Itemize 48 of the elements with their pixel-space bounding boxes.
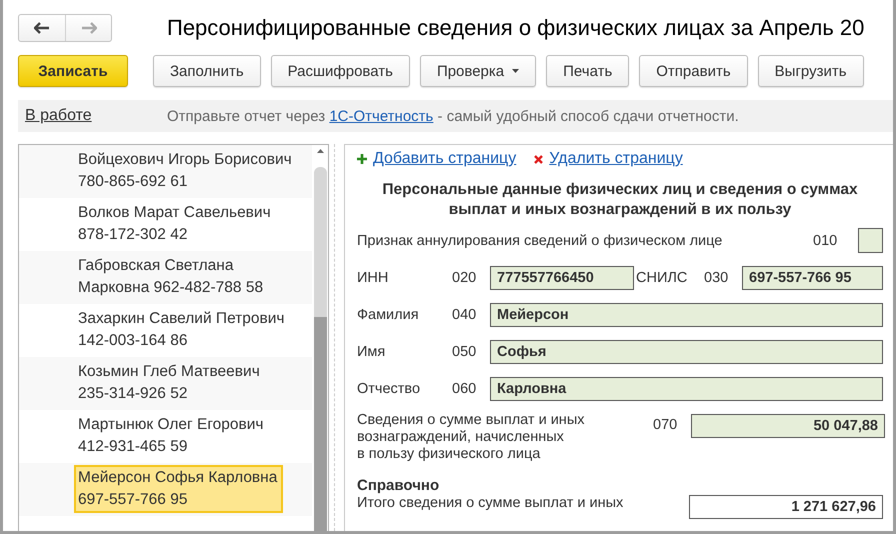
- input-field[interactable]: 50 047,88: [691, 414, 885, 438]
- total-field: 1 271 627,96: [689, 495, 883, 519]
- caret-icon: [512, 69, 520, 73]
- field-label: Имя: [357, 344, 386, 360]
- field-label: Признак аннулирования сведений о физическом лице: [357, 232, 724, 248]
- reporting-link[interactable]: 1С-Отчетность: [329, 108, 434, 124]
- left-arrow-icon: [34, 22, 50, 34]
- status-link[interactable]: В работе: [25, 107, 167, 125]
- line-code: 070: [653, 417, 678, 433]
- field-label: ИНН: [357, 270, 390, 286]
- field-label: Сведения о сумме выплат и иных вознаграждений, начисленных в пользу физического лица: [357, 412, 586, 463]
- toolbar-button[interactable]: Проверка: [420, 55, 536, 87]
- employee-item[interactable]: Волков Марат Савельевич 878-172-302 42: [74, 200, 277, 248]
- toolbar-button[interactable]: Отправить: [639, 55, 748, 87]
- input-field[interactable]: Софья: [490, 340, 883, 364]
- section-title: Справочно: [357, 476, 440, 494]
- add-page-link[interactable]: Добавить страницу: [373, 150, 516, 168]
- input-field[interactable]: 697-557-766 95: [742, 266, 883, 290]
- input-field[interactable]: Мейерсон: [490, 303, 883, 327]
- toolbar-button[interactable]: Заполнить: [153, 55, 261, 87]
- line-code: 060: [452, 381, 478, 397]
- employee-item[interactable]: Захаркин Савелий Петрович 142-003-164 86: [74, 306, 290, 354]
- toolbar-button[interactable]: Выгрузить: [758, 55, 864, 87]
- delete-page-link[interactable]: Удалить страницу: [549, 150, 683, 168]
- field-label: Фамилия: [357, 307, 420, 323]
- plus-icon: [357, 154, 367, 164]
- scroll-up-icon[interactable]: [316, 149, 324, 153]
- line-code: 030: [704, 270, 730, 286]
- input-field[interactable]: 777557766450: [490, 266, 634, 290]
- field-label: СНИЛС: [636, 270, 688, 286]
- toolbar-button[interactable]: Расшифровать: [270, 55, 410, 87]
- line-code: 040: [452, 307, 478, 323]
- input-field[interactable]: Карловна: [490, 377, 883, 401]
- cross-icon: [534, 154, 544, 164]
- employee-item[interactable]: Мартынюк Олег Егорович 412-931-465 59: [74, 412, 270, 460]
- right-arrow-icon: [80, 22, 96, 34]
- line-code: 010: [813, 232, 838, 248]
- line-code: 020: [452, 270, 478, 286]
- toolbar-button[interactable]: Записать: [18, 55, 128, 87]
- window-title: Персонифицированные сведения о физических лицах за Апрель 20: [167, 15, 864, 41]
- field-label: Отчество: [357, 381, 422, 397]
- toolbar-button[interactable]: Печать: [546, 55, 630, 87]
- employee-item[interactable]: Мейерсон Софья Карловна 697-557-766 95: [74, 465, 284, 513]
- field-label: Итого сведения о сумме выплат и иных: [357, 495, 624, 511]
- line-code: 050: [452, 344, 478, 360]
- notice-text: Отправьте отчет через 1С-Отчетность - самый удобный способ сдачи отчетности.: [167, 108, 739, 124]
- checkbox[interactable]: [858, 228, 883, 253]
- form-heading: Персональные данные физических лиц и сведения о суммах выплат и иных вознаграждений в их пользу: [381, 180, 859, 220]
